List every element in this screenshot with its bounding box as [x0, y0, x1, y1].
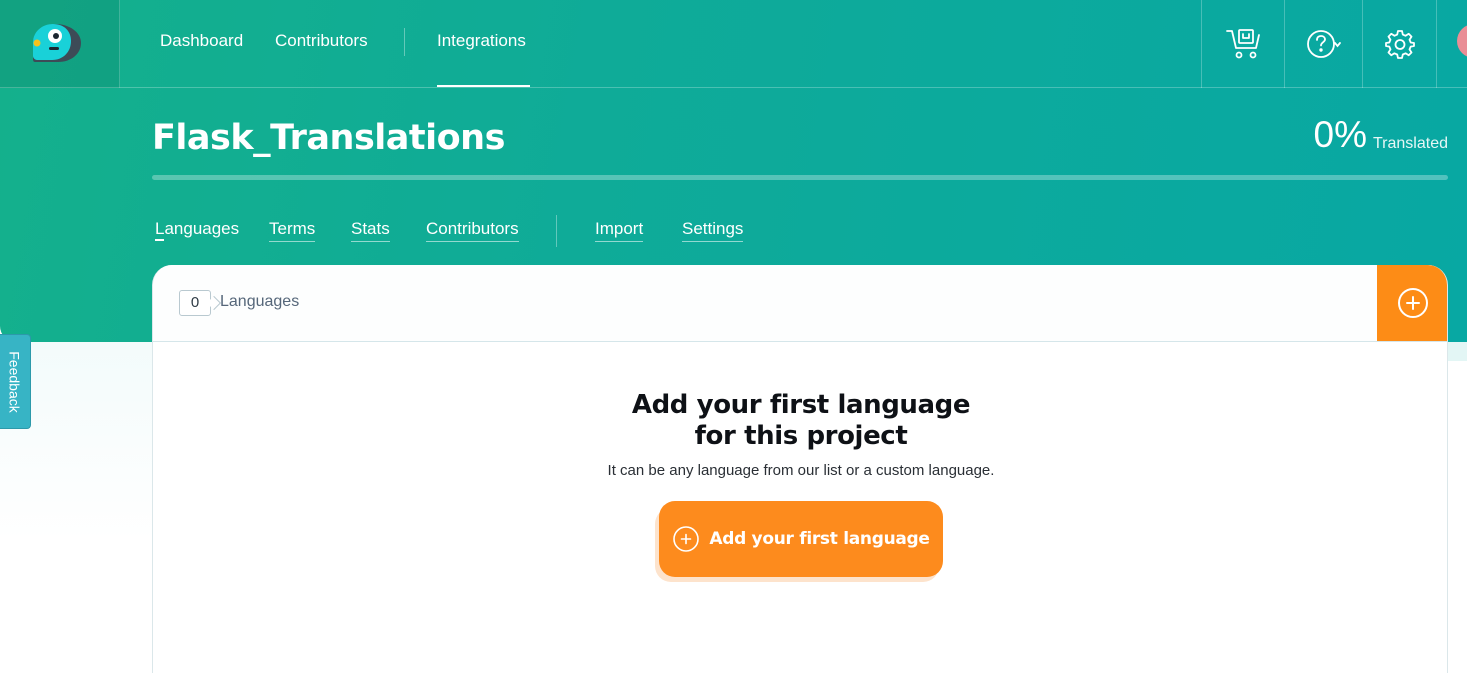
languages-count-label: Languages [220, 293, 300, 310]
tab-settings[interactable]: Settings [682, 219, 744, 242]
logo-icon [33, 24, 81, 62]
translated-label: Translated [1373, 135, 1448, 152]
nav-active-indicator [437, 85, 530, 87]
settings-button[interactable] [1362, 0, 1437, 88]
add-first-language-label: Add your first language [709, 529, 930, 549]
avatar [1457, 24, 1467, 58]
user-menu[interactable] [1436, 0, 1467, 88]
add-language-button[interactable] [1377, 265, 1447, 341]
empty-state-title: Add your first language for this project [153, 390, 1447, 452]
project-title: Flask_Translations [152, 118, 505, 158]
languages-card-header: 0 Languages [153, 265, 1447, 342]
tab-stats[interactable]: Stats [351, 219, 390, 242]
languages-card: 0 Languages Add your first language for … [152, 265, 1448, 673]
tab-import[interactable]: Import [595, 219, 644, 242]
nav-integrations[interactable]: Integrations [437, 31, 526, 51]
add-first-language-button[interactable]: Add your first language [659, 501, 943, 577]
translation-progress-bar [152, 175, 1448, 180]
tab-languages[interactable]: Languages [155, 219, 239, 241]
top-navbar: Dashboard Contributors Integrations [0, 0, 1467, 88]
cart-icon [1225, 29, 1260, 59]
feedback-tab[interactable]: Feedback [0, 334, 31, 429]
translated-percent: 0% [1313, 114, 1367, 155]
plus-circle-icon [1398, 288, 1428, 318]
help-button[interactable] [1284, 0, 1363, 88]
subnav-divider [556, 215, 557, 247]
empty-state-title-line1: Add your first language [631, 390, 971, 420]
help-icon [1307, 30, 1341, 58]
nav-divider [404, 28, 405, 56]
plus-circle-icon [673, 526, 700, 552]
tab-contributors[interactable]: Contributors [426, 219, 519, 242]
logo-link[interactable] [0, 0, 120, 88]
feedback-label: Feedback [7, 350, 24, 413]
nav-dashboard[interactable]: Dashboard [160, 31, 243, 51]
empty-state-title-line2: for this project [694, 421, 908, 451]
tab-terms[interactable]: Terms [269, 219, 316, 242]
cart-button[interactable] [1201, 0, 1285, 88]
gear-icon [1385, 30, 1415, 59]
empty-state-subtitle: It can be any language from our list or … [607, 462, 995, 479]
nav-contributors[interactable]: Contributors [275, 31, 368, 51]
header-edge [1447, 342, 1467, 361]
tab-active-indicator [155, 239, 164, 241]
